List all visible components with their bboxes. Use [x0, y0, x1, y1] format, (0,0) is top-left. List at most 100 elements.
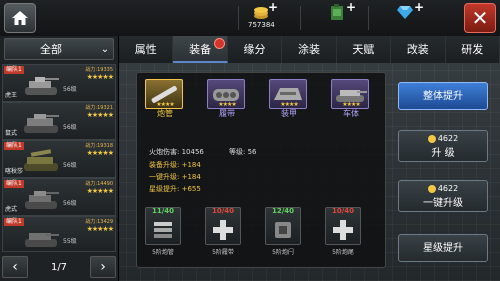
material-breech-icon: 12/40 — [265, 207, 301, 245]
material-name: 5阶炮闩 — [272, 249, 294, 256]
home-button[interactable] — [4, 3, 36, 33]
tank-stars: ★★★★★ — [86, 111, 114, 119]
tank-level: 56级 — [63, 200, 77, 207]
part-tracks[interactable]: ★★★★ 履带 — [207, 79, 247, 123]
part-armor[interactable]: ★★★★ 装甲 — [269, 79, 309, 123]
prev-page-button[interactable]: ‹ — [2, 256, 28, 278]
add-fuel-icon[interactable]: + — [346, 0, 356, 14]
tab-modify[interactable]: 改装 — [391, 36, 446, 63]
tab-label: 装备 — [189, 43, 212, 56]
coin-icon — [427, 134, 436, 143]
page-indicator: 1/7 — [50, 261, 68, 273]
pager: ‹ 1/7 › — [2, 254, 116, 280]
part-stars: ★★★★ — [218, 101, 237, 108]
divider — [368, 6, 369, 30]
oneclick-stat: 一键升级: +184 — [149, 173, 201, 181]
upgrade-button[interactable]: 4622 升 级 — [398, 130, 488, 162]
diamond-resource[interactable] — [396, 4, 414, 32]
material-count: 12/40 — [271, 207, 295, 215]
tab-talent[interactable]: 天赋 — [336, 36, 392, 63]
close-icon: ✕ — [471, 6, 489, 30]
material-name: 5阶炮尾 — [332, 249, 354, 256]
material-item[interactable]: 10/40 5阶履带 — [203, 207, 243, 265]
tank-list-item[interactable]: 战力:19321 ★★★★★ 56级 鼠式 — [2, 102, 116, 140]
material-item[interactable]: 11/40 5阶炮管 — [143, 207, 183, 265]
tank-name: 虎王 — [5, 92, 18, 99]
tab-research[interactable]: 研发 — [445, 36, 500, 63]
star-stat: 星级提升: +655 — [149, 185, 201, 193]
star-upgrade-button[interactable]: 星级提升 — [398, 234, 488, 262]
tab-equipment[interactable]: 装备 — [173, 36, 228, 63]
tank-list-item[interactable]: 编队1 战力:19318 ★★★★★ 56级 喀秋莎 — [2, 140, 116, 178]
material-count: 11/40 — [151, 207, 175, 215]
top-bar: 757384 + + + ✕ — [0, 0, 500, 37]
tank-power: 战力:19318 — [85, 143, 113, 149]
tank-list-item[interactable]: 编队1 战力:13429 ★★★★★ 55级 — [2, 216, 116, 252]
part-barrel[interactable]: ★★★★ 炮管 — [145, 79, 185, 123]
tank-name: 虎式 — [5, 206, 18, 213]
tank-icon — [25, 77, 59, 95]
next-page-button[interactable]: › — [90, 256, 116, 278]
material-count: 10/40 — [331, 207, 355, 215]
material-barrel-icon: 11/40 — [145, 207, 181, 245]
upgrade-cost: 4622 — [399, 134, 487, 143]
part-hull[interactable]: ★★★★ 车体 — [331, 79, 371, 123]
tab-attributes[interactable]: 属性 — [119, 36, 174, 63]
add-diamond-icon[interactable]: + — [414, 0, 424, 14]
close-button[interactable]: ✕ — [464, 3, 496, 33]
chevron-right-icon: › — [100, 259, 106, 275]
material-item[interactable]: 10/40 5阶炮尾 — [323, 207, 363, 265]
upgrade-label: 升 级 — [431, 148, 455, 159]
tank-power: 战力:14490 — [85, 181, 113, 187]
add-gold-icon[interactable]: + — [268, 0, 278, 14]
upgrade-cost-value: 4622 — [437, 134, 459, 143]
filter-dropdown[interactable]: 全部 ⌄ — [4, 38, 114, 60]
part-stars: ★★★★ — [280, 101, 299, 108]
tank-list-item[interactable]: 编队1 战力:19335 ★★★★★ 56级 虎王 — [2, 64, 116, 102]
material-name: 5阶履带 — [212, 249, 234, 256]
chevron-down-icon: ⌄ — [100, 43, 110, 55]
material-name: 5阶炮管 — [152, 249, 174, 256]
filter-label: 全部 — [40, 43, 62, 56]
tank-level: 55级 — [63, 238, 77, 245]
tab-fate[interactable]: 缘分 — [227, 36, 283, 63]
tank-level: 56级 — [63, 124, 77, 131]
coin-icon — [427, 184, 436, 193]
tank-list-item[interactable]: 编队1 战力:14490 ★★★★★ 56级 虎式 — [2, 178, 116, 216]
oneclick-upgrade-button[interactable]: 4622 一键升级 — [398, 180, 488, 212]
oneclick-cost: 4622 — [399, 184, 487, 193]
tank-name: 鼠式 — [5, 130, 18, 137]
level-stat: 等级: 56 — [229, 148, 257, 156]
divider — [238, 6, 239, 30]
part-stars: ★★★★ — [342, 101, 361, 108]
overall-upgrade-button[interactable]: 整体提升 — [398, 82, 488, 110]
tank-stars: ★★★★★ — [86, 73, 114, 81]
tank-level: 56级 — [63, 86, 77, 93]
material-item[interactable]: 12/40 5阶炮闩 — [263, 207, 303, 265]
material-tracks-icon: 10/40 — [205, 207, 241, 245]
tab-paint[interactable]: 涂装 — [282, 36, 337, 63]
tank-icon — [25, 233, 59, 247]
firepower-stat: 火炮伤害: 10456 — [149, 148, 204, 156]
notification-dot — [213, 38, 225, 49]
upgrade-stat: 装备升级: +184 — [149, 161, 201, 169]
diamond-icon — [396, 4, 414, 20]
chevron-left-icon: ‹ — [12, 259, 18, 275]
tank-icon — [24, 149, 58, 171]
divider — [300, 6, 301, 30]
tab-bar: 属性 装备 缘分 涂装 天赋 改装 研发 — [119, 36, 500, 63]
tank-stars: ★★★★★ — [86, 149, 114, 157]
part-stars: ★★★★ — [156, 101, 175, 108]
oneclick-label: 一键升级 — [423, 198, 463, 209]
tank-power: 战力:13429 — [85, 219, 113, 225]
tank-power: 战力:19335 — [85, 67, 113, 73]
material-tail-icon: 10/40 — [325, 207, 361, 245]
tank-level: 56级 — [63, 162, 77, 169]
fuel-resource[interactable] — [328, 4, 346, 32]
tank-icon — [25, 191, 59, 209]
home-icon — [12, 11, 28, 25]
tank-power: 战力:19321 — [85, 105, 113, 111]
oneclick-cost-value: 4622 — [437, 184, 459, 193]
equipment-panel: ★★★★ 炮管 ★★★★ 履带 ★★★★ 装甲 ★★★★ 车体 火炮伤害: 10… — [136, 72, 386, 268]
tank-stars: ★★★★★ — [86, 225, 114, 233]
